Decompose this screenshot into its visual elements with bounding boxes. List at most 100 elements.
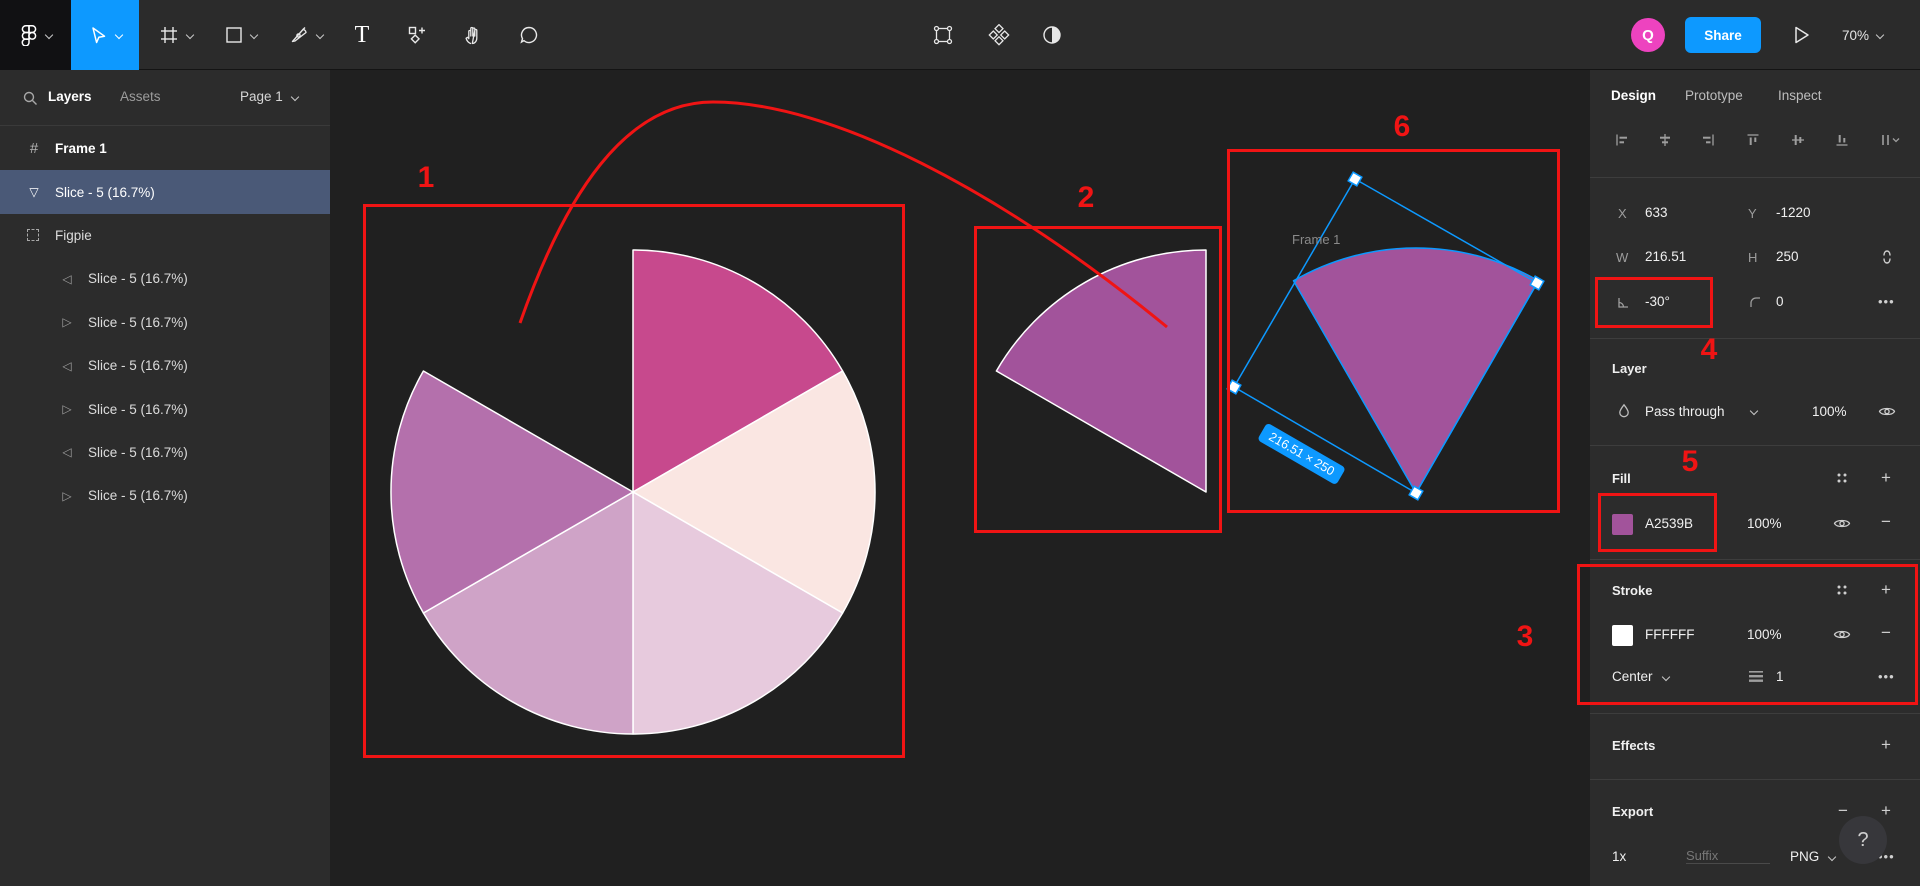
share-button[interactable]: Share bbox=[1685, 17, 1761, 53]
remove-stroke-icon[interactable]: − bbox=[1881, 624, 1891, 641]
eye-icon[interactable] bbox=[1878, 405, 1896, 418]
mask-button[interactable] bbox=[1030, 0, 1074, 70]
stroke-align-select[interactable]: Center bbox=[1612, 669, 1653, 684]
stroke-hex-field[interactable]: FFFFFF bbox=[1645, 627, 1694, 642]
stroke-weight-field[interactable]: 1 bbox=[1776, 669, 1784, 684]
align-left-icon[interactable] bbox=[1615, 133, 1629, 147]
tab-inspect[interactable]: Inspect bbox=[1778, 88, 1822, 103]
layer-row-slice[interactable]: ◁ Slice - 5 (16.7%) bbox=[0, 431, 330, 474]
eye-icon[interactable] bbox=[1833, 628, 1851, 641]
resources-tool-button[interactable] bbox=[395, 0, 439, 70]
x-value-field[interactable]: 633 bbox=[1645, 205, 1668, 220]
blend-mode-select[interactable]: Pass through bbox=[1645, 404, 1725, 419]
align-h-center-icon[interactable] bbox=[1658, 133, 1672, 147]
align-v-center-icon[interactable] bbox=[1791, 133, 1805, 147]
zoom-menu[interactable]: 70% bbox=[1842, 0, 1884, 70]
add-stroke-icon[interactable]: + bbox=[1881, 581, 1891, 598]
add-effect-icon[interactable]: + bbox=[1881, 736, 1891, 753]
effects-section-title: Effects bbox=[1612, 738, 1655, 753]
stroke-color-swatch[interactable] bbox=[1612, 625, 1633, 646]
stroke-options-icon[interactable]: ••• bbox=[1878, 669, 1895, 684]
mask-half-circle-icon bbox=[1041, 24, 1063, 46]
tab-prototype[interactable]: Prototype bbox=[1685, 88, 1743, 103]
styles-icon[interactable] bbox=[1835, 471, 1849, 485]
avatar[interactable]: Q bbox=[1631, 18, 1665, 52]
layer-row-slice[interactable]: ◁ Slice - 5 (16.7%) bbox=[0, 257, 330, 300]
corner-radius-icon bbox=[1748, 295, 1763, 310]
more-options-icon[interactable]: ••• bbox=[1878, 294, 1895, 309]
remove-fill-icon[interactable]: − bbox=[1881, 513, 1891, 530]
present-button[interactable] bbox=[1782, 0, 1822, 70]
layers-panel-header: Layers Assets Page 1 bbox=[0, 70, 330, 126]
y-value-field[interactable]: -1220 bbox=[1776, 205, 1811, 220]
shape-tool-button[interactable] bbox=[211, 0, 271, 70]
export-suffix-input[interactable] bbox=[1686, 848, 1770, 864]
layer-opacity-field[interactable]: 100% bbox=[1812, 404, 1847, 419]
align-right-icon[interactable] bbox=[1701, 133, 1715, 147]
toolbar: T bbox=[0, 0, 1920, 70]
tidy-up-button[interactable] bbox=[977, 0, 1021, 70]
layer-row-slice[interactable]: ▷ Slice - 5 (16.7%) bbox=[0, 301, 330, 344]
slice-right-icon: ▷ bbox=[59, 315, 75, 329]
comment-bubble-icon bbox=[519, 25, 539, 45]
remove-export-icon[interactable]: − bbox=[1838, 802, 1848, 819]
w-value-field[interactable]: 216.51 bbox=[1645, 249, 1686, 264]
fill-opacity-field[interactable]: 100% bbox=[1747, 516, 1782, 531]
stroke-opacity-field[interactable]: 100% bbox=[1747, 627, 1782, 642]
pen-tool-icon bbox=[289, 25, 309, 45]
pen-tool-button[interactable] bbox=[276, 0, 336, 70]
tab-assets[interactable]: Assets bbox=[120, 89, 161, 104]
text-tool-button[interactable]: T bbox=[340, 0, 384, 70]
export-format-select[interactable]: PNG bbox=[1790, 849, 1819, 864]
zoom-value: 70% bbox=[1842, 28, 1869, 43]
layer-row-slice[interactable]: ◁ Slice - 5 (16.7%) bbox=[0, 344, 330, 387]
h-value-field[interactable]: 250 bbox=[1776, 249, 1799, 264]
fill-color-swatch[interactable] bbox=[1612, 514, 1633, 535]
w-label: W bbox=[1616, 250, 1628, 265]
slice-left-icon: ◁ bbox=[59, 272, 75, 286]
selection-handle[interactable] bbox=[1348, 172, 1362, 186]
rectangle-tool-icon bbox=[225, 26, 243, 44]
eye-icon[interactable] bbox=[1833, 517, 1851, 530]
tab-layers[interactable]: Layers bbox=[48, 89, 92, 104]
add-export-icon[interactable]: + bbox=[1881, 802, 1891, 819]
export-scale-select[interactable]: 1x bbox=[1612, 849, 1626, 864]
avatar-initial: Q bbox=[1642, 27, 1654, 44]
layer-row-slice[interactable]: ▷ Slice - 5 (16.7%) bbox=[0, 387, 330, 430]
layer-row-frame-1[interactable]: # Frame 1 bbox=[0, 127, 330, 170]
rotation-value-field[interactable]: -30° bbox=[1645, 294, 1670, 309]
align-bottom-icon[interactable] bbox=[1835, 133, 1849, 147]
corner-radius-field[interactable]: 0 bbox=[1776, 294, 1784, 309]
layer-row-slice[interactable]: ▷ Slice - 5 (16.7%) bbox=[0, 474, 330, 517]
move-tool-button[interactable] bbox=[71, 0, 139, 70]
layer-row-figpie[interactable]: Figpie bbox=[0, 214, 330, 257]
page-selector[interactable]: Page 1 bbox=[240, 89, 299, 104]
detached-slice[interactable] bbox=[996, 250, 1206, 492]
fill-hex-field[interactable]: A2539B bbox=[1645, 516, 1693, 531]
hand-tool-button[interactable] bbox=[451, 0, 495, 70]
slice-right-icon: ▷ bbox=[59, 489, 75, 503]
selection-handle[interactable] bbox=[1227, 380, 1241, 394]
chevron-down-icon bbox=[115, 31, 123, 39]
main-menu-button[interactable] bbox=[0, 0, 71, 70]
add-fill-icon[interactable]: + bbox=[1881, 469, 1891, 486]
search-icon[interactable] bbox=[22, 90, 38, 106]
selected-slice-rotated[interactable] bbox=[1294, 248, 1539, 493]
chevron-down-icon bbox=[1876, 31, 1884, 39]
chevron-down-icon bbox=[316, 31, 324, 39]
export-section-title: Export bbox=[1612, 804, 1653, 819]
chevron-down-icon bbox=[1750, 407, 1758, 415]
layer-row-slice-selected[interactable]: ▽ Slice - 5 (16.7%) bbox=[0, 170, 330, 213]
distribute-menu-icon[interactable] bbox=[1880, 133, 1902, 147]
align-top-icon[interactable] bbox=[1746, 133, 1760, 147]
selection-size-badge: 216.51 × 250 bbox=[1257, 423, 1346, 486]
constrain-proportions-icon[interactable] bbox=[1879, 248, 1895, 266]
help-button[interactable]: ? bbox=[1839, 816, 1887, 864]
tab-design[interactable]: Design bbox=[1611, 88, 1656, 103]
edit-object-button[interactable] bbox=[921, 0, 965, 70]
chevron-down-icon bbox=[1828, 853, 1836, 861]
alignment-row bbox=[1590, 133, 1920, 161]
styles-icon[interactable] bbox=[1835, 583, 1849, 597]
frame-tool-button[interactable] bbox=[146, 0, 206, 70]
comment-tool-button[interactable] bbox=[507, 0, 551, 70]
